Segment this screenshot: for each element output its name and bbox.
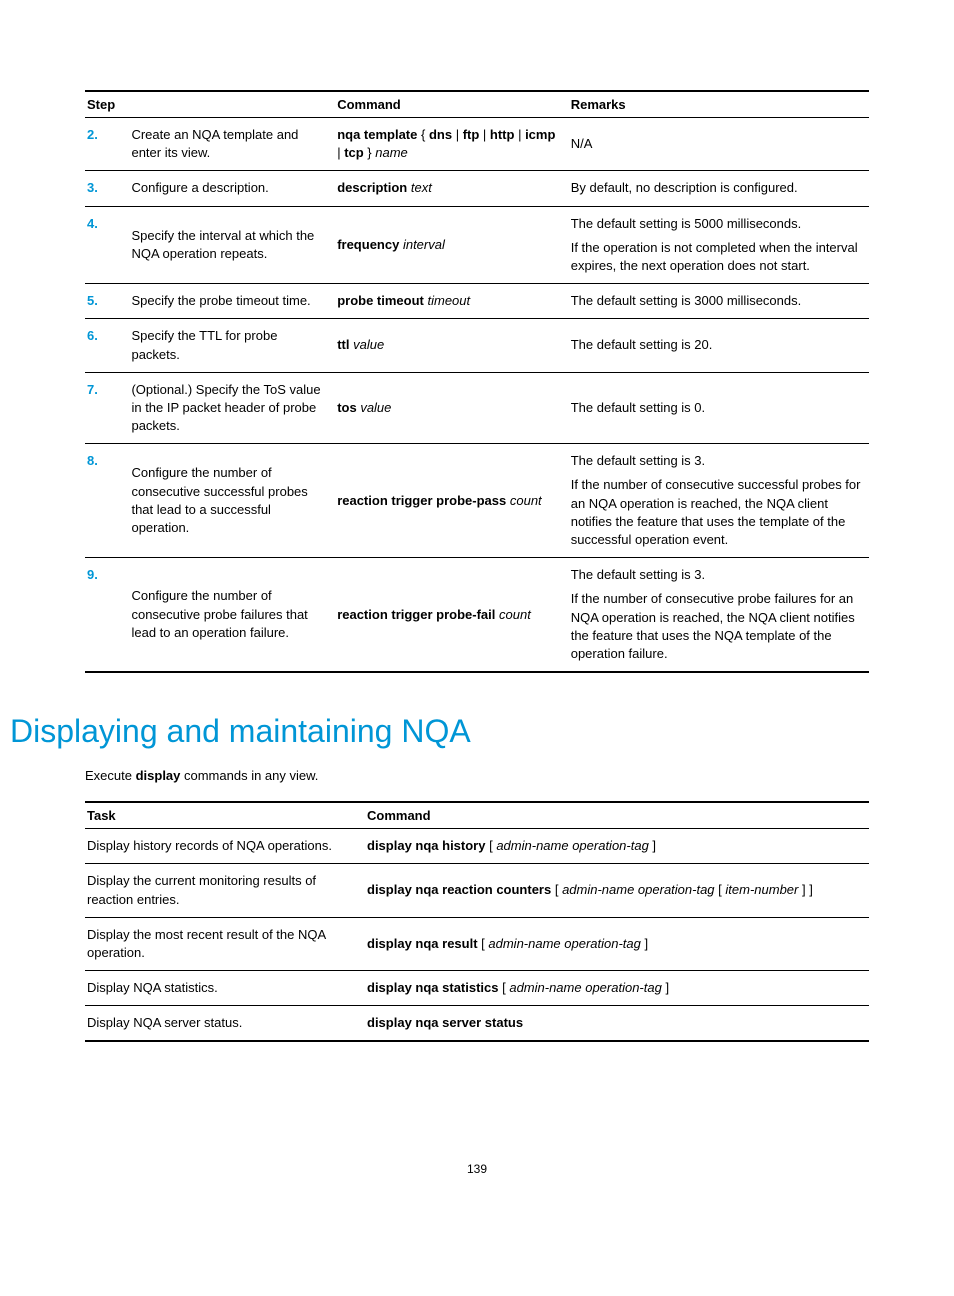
command-cell: nqa template { dns | ftp | http | icmp |… — [335, 118, 569, 171]
table-row: 4.Specify the interval at which the NQA … — [85, 206, 869, 284]
task-cell: Display history records of NQA operation… — [85, 829, 365, 864]
command-cell: display nqa history [ admin-name operati… — [365, 829, 869, 864]
config-steps-table: Step Command Remarks 2.Create an NQA tem… — [85, 90, 869, 673]
command-cell: display nqa reaction counters [ admin-na… — [365, 864, 869, 917]
step-description: Specify the TTL for probe packets. — [129, 319, 335, 372]
step-number: 5. — [85, 284, 129, 319]
step-description: Specify the probe timeout time. — [129, 284, 335, 319]
th-remarks: Remarks — [569, 91, 869, 118]
table-row: 8.Configure the number of consecutive su… — [85, 444, 869, 558]
remarks-cell: The default setting is 3.If the number o… — [569, 444, 869, 558]
table-row: 9.Configure the number of consecutive pr… — [85, 558, 869, 672]
step-description: Create an NQA template and enter its vie… — [129, 118, 335, 171]
step-description: Configure the number of consecutive succ… — [129, 444, 335, 558]
command-cell: display nqa statistics [ admin-name oper… — [365, 971, 869, 1006]
command-cell: display nqa result [ admin-name operatio… — [365, 917, 869, 970]
step-description: (Optional.) Specify the ToS value in the… — [129, 372, 335, 444]
section-heading: Displaying and maintaining NQA — [10, 713, 869, 750]
command-cell: frequency interval — [335, 206, 569, 284]
step-number: 4. — [85, 206, 129, 284]
table-row: 7.(Optional.) Specify the ToS value in t… — [85, 372, 869, 444]
task-cell: Display NQA statistics. — [85, 971, 365, 1006]
th-step: Step — [85, 91, 335, 118]
step-number: 7. — [85, 372, 129, 444]
command-cell: display nqa server status — [365, 1006, 869, 1042]
command-cell: probe timeout timeout — [335, 284, 569, 319]
command-cell: reaction trigger probe-fail count — [335, 558, 569, 672]
table-row: Display history records of NQA operation… — [85, 829, 869, 864]
task-cell: Display the most recent result of the NQ… — [85, 917, 365, 970]
th-task: Task — [85, 802, 365, 829]
step-number: 3. — [85, 171, 129, 206]
intro-text: Execute display commands in any view. — [85, 768, 869, 783]
step-description: Configure a description. — [129, 171, 335, 206]
task-cell: Display NQA server status. — [85, 1006, 365, 1042]
command-cell: description text — [335, 171, 569, 206]
step-number: 2. — [85, 118, 129, 171]
remarks-cell: The default setting is 0. — [569, 372, 869, 444]
remarks-cell: N/A — [569, 118, 869, 171]
table-row: Display the current monitoring results o… — [85, 864, 869, 917]
step-number: 9. — [85, 558, 129, 672]
remarks-cell: The default setting is 20. — [569, 319, 869, 372]
step-description: Configure the number of consecutive prob… — [129, 558, 335, 672]
command-cell: reaction trigger probe-pass count — [335, 444, 569, 558]
page-number: 139 — [85, 1162, 869, 1176]
display-commands-table: Task Command Display history records of … — [85, 801, 869, 1042]
command-cell: ttl value — [335, 319, 569, 372]
table-row: Display NQA statistics.display nqa stati… — [85, 971, 869, 1006]
th-command: Command — [365, 802, 869, 829]
table-row: 6.Specify the TTL for probe packets.ttl … — [85, 319, 869, 372]
step-description: Specify the interval at which the NQA op… — [129, 206, 335, 284]
th-command: Command — [335, 91, 569, 118]
command-cell: tos value — [335, 372, 569, 444]
table-row: 3.Configure a description.description te… — [85, 171, 869, 206]
task-cell: Display the current monitoring results o… — [85, 864, 365, 917]
step-number: 8. — [85, 444, 129, 558]
remarks-cell: The default setting is 3000 milliseconds… — [569, 284, 869, 319]
table-row: 5.Specify the probe timeout time.probe t… — [85, 284, 869, 319]
step-number: 6. — [85, 319, 129, 372]
remarks-cell: By default, no description is configured… — [569, 171, 869, 206]
remarks-cell: The default setting is 3.If the number o… — [569, 558, 869, 672]
remarks-cell: The default setting is 5000 milliseconds… — [569, 206, 869, 284]
table-row: Display the most recent result of the NQ… — [85, 917, 869, 970]
table-row: 2.Create an NQA template and enter its v… — [85, 118, 869, 171]
table-row: Display NQA server status.display nqa se… — [85, 1006, 869, 1042]
